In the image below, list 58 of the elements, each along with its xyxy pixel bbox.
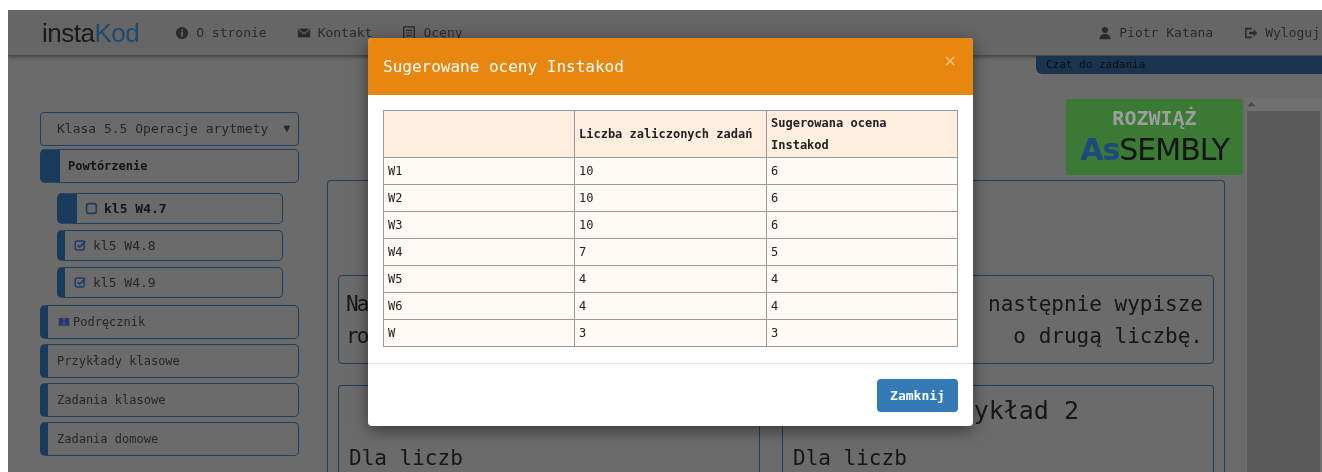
table-cell: 10 — [574, 157, 767, 185]
table-cell: 4 — [766, 292, 958, 320]
checked-box-icon — [74, 239, 87, 252]
table-cell: W — [383, 319, 575, 347]
lesson-select[interactable]: Klasa 5.5 Operacje arytmety ▼ — [40, 112, 299, 146]
table-cell: W4 — [383, 238, 575, 266]
exercise-item[interactable]: kl5 W4.9 — [57, 267, 283, 298]
table-cell: 10 — [574, 211, 767, 239]
example-title: ykład 2 — [973, 395, 1079, 428]
table-cell: 4 — [766, 265, 958, 293]
table-header-cell: Sugerowana ocena Instakod — [766, 110, 958, 158]
info-icon — [175, 25, 190, 40]
scrollbar[interactable] — [1245, 98, 1322, 472]
table-cell: 6 — [766, 184, 958, 212]
table-cell: 3 — [766, 319, 958, 347]
table-cell: W3 — [383, 211, 575, 239]
sidebar-item[interactable]: Zadania klasowe — [40, 383, 299, 417]
sidebar-item[interactable]: Podręcznik — [40, 305, 299, 339]
nav-link[interactable]: Kontakt — [296, 22, 373, 43]
example-text: Dla liczb — [793, 445, 908, 472]
table-cell: 4 — [574, 265, 767, 293]
close-dialog-button[interactable]: Zamknij — [877, 379, 958, 412]
exercise-item[interactable]: kl5 W4.8 — [57, 230, 283, 261]
envelope-icon — [296, 25, 311, 40]
table-cell: 5 — [766, 238, 958, 266]
task-text: Na — [346, 291, 368, 318]
task-text: o drugą liczbę. — [1013, 323, 1203, 350]
table-cell: 10 — [574, 184, 767, 212]
table-cell: 7 — [574, 238, 767, 266]
dialog-title: Sugerowane oceny Instakod — [383, 55, 624, 78]
sidebar-item[interactable]: Powtórzenie — [40, 149, 299, 183]
nav-link[interactable]: O stronie — [175, 22, 267, 43]
table-cell: 3 — [574, 319, 767, 347]
user-icon — [1098, 25, 1113, 40]
task-text: ro — [346, 323, 368, 350]
table-header-cell: Liczba zaliczonych zadań — [574, 110, 767, 158]
example-text: Dla liczb — [349, 445, 464, 472]
table-cell: 6 — [766, 157, 958, 185]
table-cell: 6 — [766, 211, 958, 239]
empty-box-icon — [85, 202, 98, 215]
chat-tab[interactable]: Czat do zadania — [1036, 56, 1322, 74]
table-cell: W2 — [383, 184, 575, 212]
task-text: następnie wypisze — [988, 291, 1203, 318]
book-icon — [57, 316, 71, 328]
table-cell: W6 — [383, 292, 575, 320]
logout-icon — [1244, 25, 1259, 40]
table-cell: 4 — [574, 292, 767, 320]
user-link[interactable]: Piotr Katana — [1098, 22, 1214, 43]
checked-box-icon — [74, 276, 87, 289]
sidebar-item[interactable]: Zadania domowe — [40, 422, 299, 456]
logout-link[interactable]: Wyloguj — [1244, 22, 1320, 43]
table-cell: W1 — [383, 157, 575, 185]
exercise-item[interactable]: kl5 W4.7 — [57, 193, 283, 224]
close-button[interactable]: × — [943, 48, 957, 73]
sidebar-item[interactable]: Przykłady klasowe — [40, 344, 299, 378]
instakod-logo[interactable]: instaKod — [42, 19, 140, 46]
table-cell: W5 — [383, 265, 575, 293]
solve-assembly-button[interactable]: ROZWIĄŻ AsSEMBLY — [1066, 99, 1243, 175]
